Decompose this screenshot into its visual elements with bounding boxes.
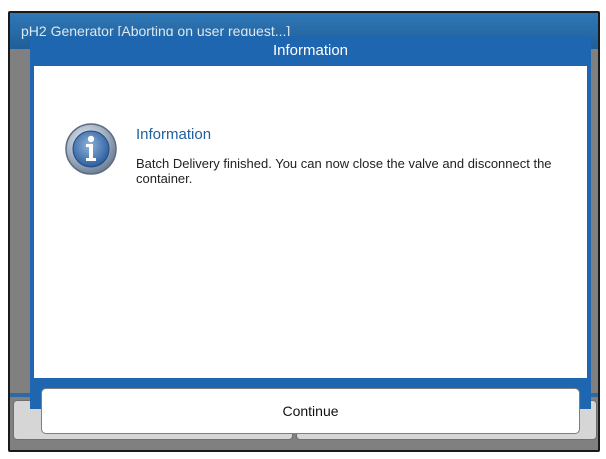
dialog-title: Information <box>272 42 349 59</box>
continue-button[interactable]: Continue <box>41 388 580 434</box>
info-icon <box>65 123 117 175</box>
dialog-divider <box>44 380 577 384</box>
message-heading: Information <box>136 126 212 143</box>
screen: pH2 Generator [Aborting on user request.… <box>0 0 606 459</box>
dialog-body: Information Batch Delivery finished. You… <box>34 66 587 434</box>
information-dialog: Information Information Batch Delivery f… <box>30 36 591 434</box>
message-text: Batch Delivery finished. You can now clo… <box>136 156 552 186</box>
